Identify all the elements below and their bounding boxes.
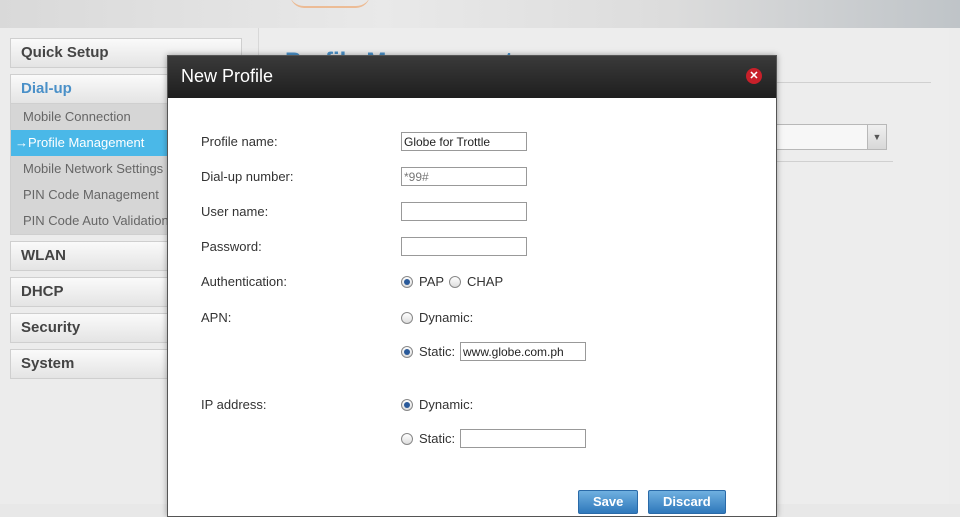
profile-name-label: Profile name:: [201, 134, 278, 149]
close-icon[interactable]: ✕: [746, 68, 762, 84]
dialup-number-label: Dial-up number:: [201, 169, 294, 184]
banner-logo-arc: [290, 0, 370, 8]
ip-dynamic-option[interactable]: Dynamic:: [401, 397, 473, 412]
dialup-number-input[interactable]: [401, 167, 527, 186]
new-profile-dialog: New Profile ✕ Profile name: Dial-up numb…: [167, 55, 777, 517]
dialog-header: New Profile ✕: [168, 56, 776, 98]
apn-dynamic-option[interactable]: Dynamic:: [401, 310, 473, 325]
dialog-body: Profile name: Dial-up number: User name:…: [168, 98, 776, 516]
username-input[interactable]: [401, 202, 527, 221]
apn-static-radio[interactable]: [401, 345, 413, 358]
apn-static-option[interactable]: Static:: [401, 344, 455, 359]
auth-chap-label: CHAP: [467, 274, 504, 289]
ip-static-radio[interactable]: [401, 432, 413, 445]
ip-dynamic-radio[interactable]: [401, 398, 413, 411]
top-banner: [0, 0, 960, 28]
apn-dynamic-radio[interactable]: [401, 311, 413, 324]
profile-name-input[interactable]: [401, 132, 527, 151]
ip-dynamic-label: Dynamic:: [419, 397, 474, 412]
auth-chap-radio[interactable]: [449, 275, 461, 288]
username-label: User name:: [201, 204, 269, 219]
auth-pap-label: PAP: [419, 274, 445, 289]
auth-pap-option[interactable]: PAP: [401, 274, 444, 289]
authentication-label: Authentication:: [201, 274, 288, 289]
ip-static-input[interactable]: [460, 429, 586, 448]
chevron-down-icon[interactable]: ▼: [867, 125, 886, 149]
apn-label: APN:: [201, 310, 232, 325]
auth-pap-radio[interactable]: [401, 275, 413, 288]
ip-static-label: Static:: [419, 431, 456, 446]
password-input[interactable]: [401, 237, 527, 256]
save-button[interactable]: Save: [578, 490, 639, 514]
apn-static-label: Static:: [419, 344, 456, 359]
password-label: Password:: [201, 239, 262, 254]
ip-address-label: IP address:: [201, 397, 267, 412]
ip-static-option[interactable]: Static:: [401, 431, 455, 446]
apn-dynamic-label: Dynamic:: [419, 310, 474, 325]
auth-chap-option[interactable]: CHAP: [449, 274, 503, 289]
apn-static-input[interactable]: [460, 342, 586, 361]
dialog-title: New Profile: [181, 66, 274, 86]
discard-button[interactable]: Discard: [648, 490, 726, 514]
